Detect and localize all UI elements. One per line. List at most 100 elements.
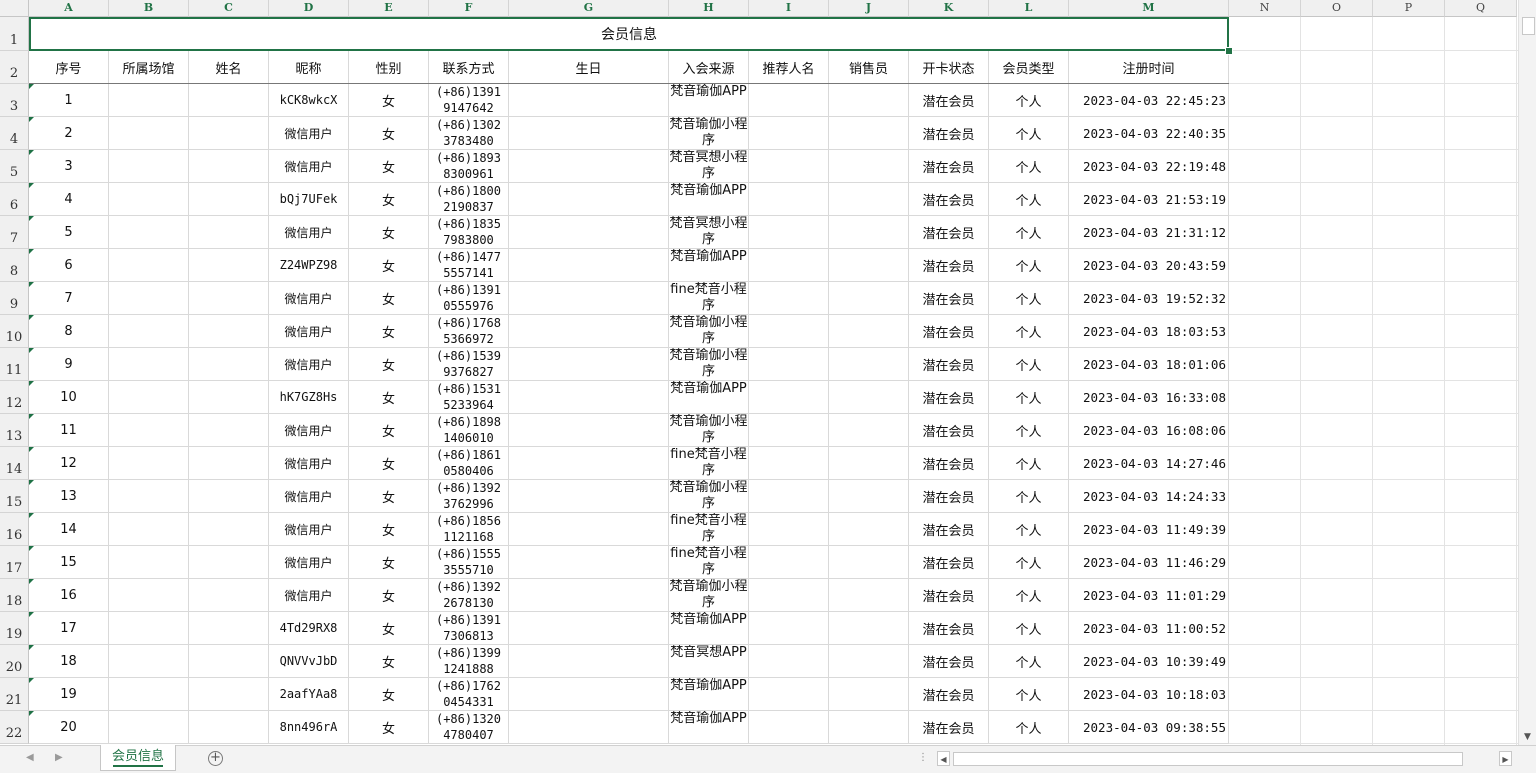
cell-n[interactable]: 10: [29, 381, 109, 414]
cell-sex[interactable]: 女: [349, 447, 429, 480]
empty-cell[interactable]: [749, 216, 829, 249]
cell-time[interactable]: 2023-04-03 22:19:48: [1069, 150, 1229, 183]
cell-time[interactable]: 2023-04-03 09:38:55: [1069, 711, 1229, 744]
header-cell-j[interactable]: 销售员: [829, 51, 909, 84]
empty-cell[interactable]: [829, 612, 909, 645]
cell-n[interactable]: 16: [29, 579, 109, 612]
scroll-left-arrow-icon[interactable]: ◀: [937, 751, 950, 766]
cell-n[interactable]: 12: [29, 447, 109, 480]
empty-cell[interactable]: [829, 381, 909, 414]
cell-phone[interactable]: (+86)1477 5557141: [429, 249, 509, 282]
row-header-5[interactable]: 5: [0, 150, 29, 183]
empty-cell[interactable]: [189, 117, 269, 150]
empty-cell[interactable]: [829, 315, 909, 348]
cell-phone[interactable]: (+86)1898 1406010: [429, 414, 509, 447]
empty-cell[interactable]: [109, 480, 189, 513]
empty-cell[interactable]: [749, 447, 829, 480]
cell-time[interactable]: 2023-04-03 18:03:53: [1069, 315, 1229, 348]
cell-time[interactable]: 2023-04-03 22:45:23: [1069, 84, 1229, 117]
cell-sex[interactable]: 女: [349, 315, 429, 348]
empty-cell[interactable]: [189, 612, 269, 645]
empty-cell[interactable]: [829, 282, 909, 315]
column-header-o[interactable]: O: [1301, 0, 1373, 17]
empty-cell[interactable]: [189, 150, 269, 183]
empty-cell[interactable]: [109, 117, 189, 150]
row-header-10[interactable]: 10: [0, 315, 29, 348]
empty-cell[interactable]: [509, 315, 669, 348]
empty-cell[interactable]: [189, 348, 269, 381]
cell-type[interactable]: 个人: [989, 447, 1069, 480]
scroll-down-arrow-icon[interactable]: ▼: [1519, 730, 1536, 744]
column-header-i[interactable]: I: [749, 0, 829, 17]
prev-sheet-arrow-icon[interactable]: ◀: [26, 752, 34, 763]
row-header-15[interactable]: 15: [0, 480, 29, 513]
empty-cell[interactable]: [509, 678, 669, 711]
column-header-a[interactable]: A: [29, 0, 109, 17]
empty-cell[interactable]: [109, 645, 189, 678]
cell-phone[interactable]: (+86)1391 7306813: [429, 612, 509, 645]
cell-nick[interactable]: 微信用户: [269, 414, 349, 447]
empty-cell[interactable]: [749, 183, 829, 216]
cell-src[interactable]: 梵音瑜伽小程序: [669, 414, 749, 447]
cell-nick[interactable]: bQj7UFek: [269, 183, 349, 216]
cell-sex[interactable]: 女: [349, 678, 429, 711]
cell-type[interactable]: 个人: [989, 645, 1069, 678]
empty-cell[interactable]: [189, 678, 269, 711]
empty-cell[interactable]: [109, 183, 189, 216]
cell-sex[interactable]: 女: [349, 249, 429, 282]
cell-src[interactable]: 梵音冥想APP: [669, 645, 749, 678]
empty-cell[interactable]: [749, 645, 829, 678]
empty-cell[interactable]: [109, 315, 189, 348]
next-sheet-arrow-icon[interactable]: ▶: [55, 752, 63, 763]
empty-column-p[interactable]: [1373, 17, 1445, 745]
cell-n[interactable]: 4: [29, 183, 109, 216]
empty-cell[interactable]: [749, 579, 829, 612]
empty-cell[interactable]: [189, 546, 269, 579]
cell-type[interactable]: 个人: [989, 480, 1069, 513]
column-header-f[interactable]: F: [429, 0, 509, 17]
cell-src[interactable]: 梵音瑜伽小程序: [669, 348, 749, 381]
header-cell-a[interactable]: 序号: [29, 51, 109, 84]
cell-n[interactable]: 7: [29, 282, 109, 315]
empty-cell[interactable]: [749, 315, 829, 348]
cell-n[interactable]: 13: [29, 480, 109, 513]
cell-status[interactable]: 潜在会员: [909, 645, 989, 678]
cell-status[interactable]: 潜在会员: [909, 183, 989, 216]
cell-status[interactable]: 潜在会员: [909, 348, 989, 381]
empty-cell[interactable]: [109, 282, 189, 315]
cell-status[interactable]: 潜在会员: [909, 216, 989, 249]
cell-sex[interactable]: 女: [349, 216, 429, 249]
empty-cell[interactable]: [509, 381, 669, 414]
cell-src[interactable]: 梵音瑜伽APP: [669, 711, 749, 744]
cell-sex[interactable]: 女: [349, 348, 429, 381]
empty-cell[interactable]: [509, 249, 669, 282]
empty-cell[interactable]: [109, 612, 189, 645]
row-header-17[interactable]: 17: [0, 546, 29, 579]
empty-cell[interactable]: [109, 546, 189, 579]
cell-nick[interactable]: 微信用户: [269, 546, 349, 579]
row-header-9[interactable]: 9: [0, 282, 29, 315]
empty-cell[interactable]: [189, 183, 269, 216]
cell-phone[interactable]: (+86)1392 2678130: [429, 579, 509, 612]
empty-cell[interactable]: [509, 414, 669, 447]
empty-cell[interactable]: [749, 249, 829, 282]
cell-nick[interactable]: 微信用户: [269, 447, 349, 480]
empty-cell[interactable]: [829, 414, 909, 447]
empty-column-o[interactable]: [1301, 17, 1373, 745]
cell-time[interactable]: 2023-04-03 16:08:06: [1069, 414, 1229, 447]
fill-handle[interactable]: [1225, 47, 1233, 55]
empty-cell[interactable]: [109, 447, 189, 480]
cell-time[interactable]: 2023-04-03 20:43:59: [1069, 249, 1229, 282]
column-header-d[interactable]: D: [269, 0, 349, 17]
select-all-corner[interactable]: [0, 0, 29, 17]
empty-cell[interactable]: [749, 84, 829, 117]
cell-src[interactable]: 梵音瑜伽APP: [669, 84, 749, 117]
cell-nick[interactable]: 微信用户: [269, 315, 349, 348]
empty-cell[interactable]: [509, 513, 669, 546]
plus-circle-icon[interactable]: +: [208, 751, 223, 766]
cell-src[interactable]: 梵音冥想小程序: [669, 150, 749, 183]
cell-sex[interactable]: 女: [349, 282, 429, 315]
empty-cell[interactable]: [509, 447, 669, 480]
column-header-q[interactable]: Q: [1445, 0, 1517, 17]
column-header-c[interactable]: C: [189, 0, 269, 17]
